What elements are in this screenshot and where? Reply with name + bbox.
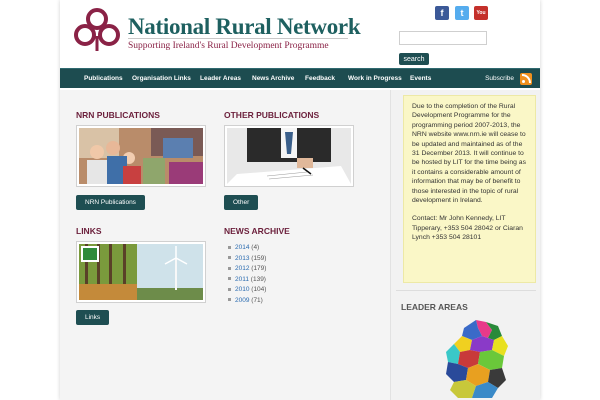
other-publications-button[interactable]: Other — [224, 195, 259, 210]
notice-paragraph: Due to the completion of the Rural Devel… — [412, 103, 526, 205]
links-image[interactable] — [76, 241, 206, 303]
links-button[interactable]: Links — [76, 310, 110, 325]
nav-item-news-archive[interactable]: News Archive — [252, 69, 294, 89]
twitter-icon[interactable]: t — [455, 6, 469, 20]
nav-item-organisation-links[interactable]: Organisation Links — [132, 69, 191, 89]
nav-item-leader-areas[interactable]: Leader Areas — [200, 69, 241, 89]
forest-wind-turbine-photo-icon — [79, 244, 203, 300]
main-nav: Publications Organisation Links Leader A… — [60, 68, 540, 88]
tagline-divider — [128, 38, 348, 39]
list-item[interactable]: 2012 (179) — [228, 264, 266, 275]
nrn-publications-image[interactable] — [76, 125, 206, 187]
site-tagline: Supporting Ireland's Rural Development P… — [128, 41, 329, 51]
archive-year[interactable]: 2009 — [235, 297, 249, 304]
list-item[interactable]: 2010 (104) — [228, 285, 266, 296]
search-button[interactable]: search — [399, 53, 429, 65]
signing-document-photo-icon — [227, 128, 351, 184]
archive-year[interactable]: 2014 — [235, 244, 249, 251]
list-item[interactable]: 2009 (71) — [228, 296, 266, 307]
archive-year[interactable]: 2012 — [235, 265, 249, 272]
site-title[interactable]: National Rural Network — [128, 14, 361, 40]
ireland-leader-areas-map-icon[interactable] — [442, 318, 512, 400]
news-archive-heading: NEWS ARCHIVE — [224, 226, 290, 236]
shamrock-logo-icon[interactable] — [72, 8, 122, 52]
nav-item-events[interactable]: Events — [410, 69, 431, 89]
archive-count: (4) — [251, 244, 260, 251]
archive-count: (71) — [251, 296, 263, 304]
nrn-publications-button[interactable]: NRN Publications — [76, 195, 145, 210]
search-input[interactable] — [399, 31, 487, 45]
nrn-publications-heading: NRN PUBLICATIONS — [76, 110, 160, 120]
subscribe-link[interactable]: Subscribe — [485, 69, 514, 89]
sidebar-divider — [396, 290, 536, 291]
family-photo-icon — [79, 128, 203, 184]
leader-areas-heading: LEADER AREAS — [401, 302, 468, 312]
archive-count: (139) — [250, 275, 266, 283]
other-publications-heading: OTHER PUBLICATIONS — [224, 110, 320, 120]
archive-year[interactable]: 2013 — [235, 255, 249, 262]
site-header: National Rural Network Supporting Irelan… — [60, 0, 540, 66]
archive-year[interactable]: 2010 — [235, 286, 249, 293]
facebook-icon[interactable]: f — [435, 6, 449, 20]
links-heading: LINKS — [76, 226, 102, 236]
archive-year[interactable]: 2011 — [235, 276, 249, 283]
archive-count: (179) — [251, 265, 267, 272]
nav-item-work-in-progress[interactable]: Work in Progress — [348, 69, 402, 89]
other-publications-image[interactable] — [224, 125, 354, 187]
nav-item-publications[interactable]: Publications — [84, 69, 123, 89]
archive-count: (159) — [251, 254, 267, 262]
completion-notice: Due to the completion of the Rural Devel… — [403, 95, 536, 283]
notice-contact: Contact: Mr John Kennedy, LIT Tipperary,… — [412, 215, 523, 242]
list-item[interactable]: 2013 (159) — [228, 254, 266, 265]
archive-count: (104) — [251, 286, 267, 293]
youtube-icon[interactable]: You Tube — [474, 6, 488, 30]
list-item[interactable]: 2014 (4) — [228, 243, 266, 254]
rss-icon[interactable] — [520, 73, 532, 85]
list-item[interactable]: 2011 (139) — [228, 275, 266, 286]
nav-item-feedback[interactable]: Feedback — [305, 69, 335, 89]
news-archive-list: 2014 (4) 2013 (159) 2012 (179) 2011 (139… — [228, 243, 266, 306]
